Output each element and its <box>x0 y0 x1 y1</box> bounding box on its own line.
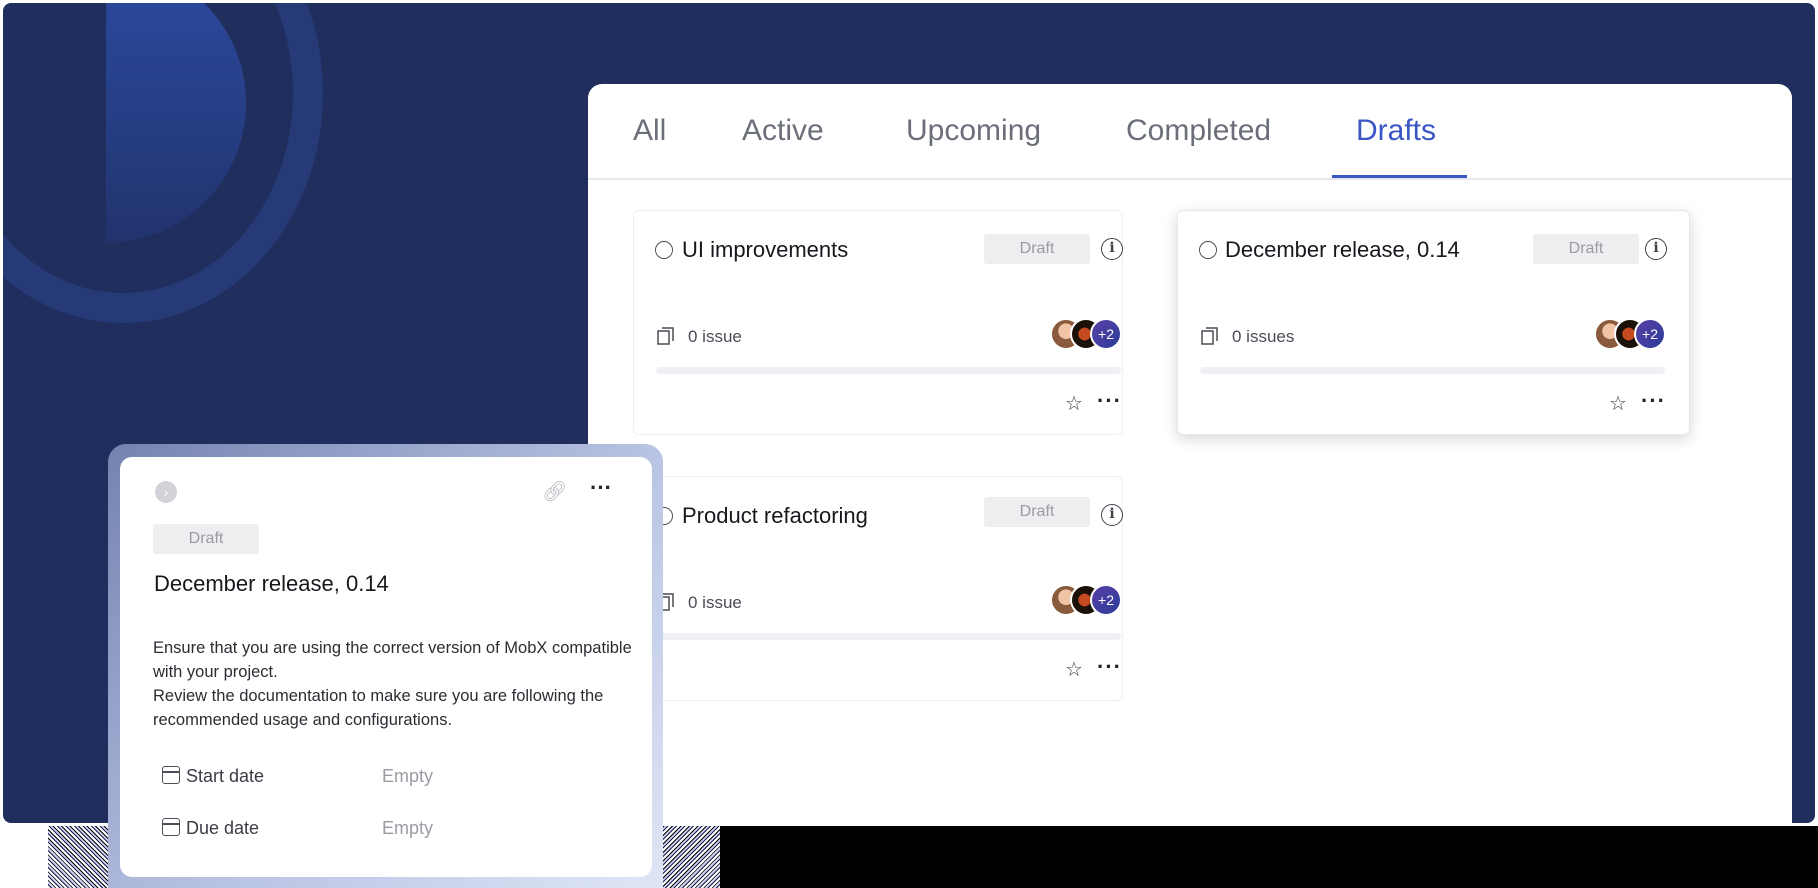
member-avatars[interactable]: +2 <box>1594 318 1666 350</box>
tab-active[interactable]: Active <box>742 114 824 148</box>
status-badge: Draft <box>984 234 1090 264</box>
description-line: Review the documentation to make sure yo… <box>153 687 604 729</box>
cycle-card[interactable]: December release, 0.14 Draft i 0 issues … <box>1177 210 1690 435</box>
status-badge: Draft <box>1533 234 1639 264</box>
member-avatars[interactable]: +2 <box>1050 584 1122 616</box>
more-icon[interactable]: ··· <box>1097 390 1122 412</box>
link-icon[interactable]: 🔗︎ <box>542 479 567 504</box>
bottom-strip-white <box>0 826 48 888</box>
more-icon[interactable]: ··· <box>590 477 612 499</box>
cycle-card[interactable]: UI improvements Draft i 0 issue +2 ☆ ··· <box>633 210 1123 435</box>
star-icon[interactable]: ☆ <box>1065 394 1083 414</box>
calendar-icon <box>162 766 180 784</box>
tab-completed[interactable]: Completed <box>1126 114 1271 148</box>
issues-icon <box>1201 327 1218 345</box>
detail-title: December release, 0.14 <box>154 571 389 596</box>
issue-count: 0 issues <box>1232 327 1295 346</box>
status-badge: Draft <box>153 524 259 554</box>
issue-count: 0 issue <box>688 327 742 346</box>
card-title: December release, 0.14 <box>1225 237 1460 262</box>
avatar-more-count: +2 <box>1634 318 1666 350</box>
member-avatars[interactable]: +2 <box>1050 318 1122 350</box>
cycle-detail-popup: › 🔗︎ ··· Draft December release, 0.14 En… <box>120 457 652 877</box>
avatar-more-count: +2 <box>1090 318 1122 350</box>
noise-patch-right <box>662 826 720 888</box>
tab-bar: All Active Upcoming Completed Drafts <box>588 84 1792 180</box>
status-circle-icon[interactable] <box>655 241 673 259</box>
info-icon[interactable]: i <box>1645 238 1667 260</box>
card-title: Product refactoring <box>682 503 868 528</box>
avatar-more-count: +2 <box>1090 584 1122 616</box>
chevron-right-icon[interactable]: › <box>155 481 177 503</box>
star-icon[interactable]: ☆ <box>1065 660 1083 680</box>
description-line: Ensure that you are using the correct ve… <box>153 639 632 681</box>
more-icon[interactable]: ··· <box>1097 656 1122 678</box>
tab-upcoming[interactable]: Upcoming <box>906 114 1041 148</box>
progress-bar <box>1200 367 1665 374</box>
cycle-card[interactable]: Product refactoring Draft i 0 issue +2 ☆… <box>633 476 1123 701</box>
start-date-row[interactable]: Start date <box>162 766 264 787</box>
due-date-row[interactable]: Due date <box>162 818 259 839</box>
active-tab-indicator <box>1332 175 1467 178</box>
issues-icon <box>657 327 674 345</box>
info-icon[interactable]: i <box>1101 238 1123 260</box>
status-circle-icon[interactable] <box>1199 241 1217 259</box>
noise-patch-left <box>48 826 113 888</box>
progress-bar <box>656 367 1121 374</box>
progress-bar <box>656 633 1121 640</box>
start-date-label: Start date <box>186 766 265 786</box>
star-icon[interactable]: ☆ <box>1609 394 1627 414</box>
info-icon[interactable]: i <box>1101 504 1123 526</box>
due-date-value[interactable]: Empty <box>382 818 433 839</box>
cycles-panel: All Active Upcoming Completed Drafts UI … <box>588 84 1792 824</box>
more-icon[interactable]: ··· <box>1641 390 1666 412</box>
detail-description: Ensure that you are using the correct ve… <box>153 636 633 732</box>
due-date-label: Due date <box>186 818 260 838</box>
issue-count: 0 issue <box>688 593 742 612</box>
card-title: UI improvements <box>682 237 849 262</box>
tab-all[interactable]: All <box>633 114 666 148</box>
status-badge: Draft <box>984 497 1090 527</box>
tab-drafts[interactable]: Drafts <box>1356 114 1436 148</box>
calendar-icon <box>162 818 180 836</box>
start-date-value[interactable]: Empty <box>382 766 433 787</box>
